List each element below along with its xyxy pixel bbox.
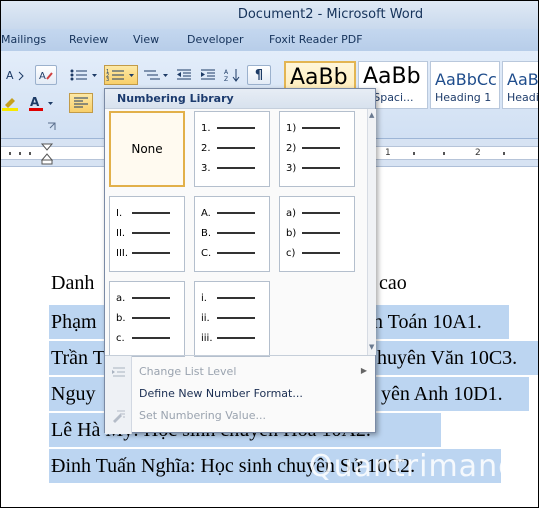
change-list-level-item[interactable]: Change List Level ▶	[105, 361, 375, 383]
marker: b)	[286, 227, 297, 239]
bullets-icon[interactable]	[67, 65, 101, 85]
scroll-up-icon[interactable]: ▲	[369, 111, 374, 119]
marker: i.	[201, 292, 207, 304]
change-list-level-icon	[112, 367, 125, 377]
marker: 1)	[286, 122, 297, 134]
doc-line-3-left: Nguy	[51, 383, 96, 405]
marker: iii.	[201, 332, 213, 344]
define-new-number-format-item[interactable]: Define New Number Format...	[105, 383, 375, 405]
tab-developer[interactable]: Developer	[187, 33, 244, 46]
set-numbering-value-item[interactable]: Set Numbering Value...	[105, 405, 375, 427]
style-heading-1-caption: Heading 1	[435, 91, 492, 104]
define-new-number-format-label: Define New Number Format...	[139, 387, 303, 400]
svg-text:Z: Z	[224, 76, 228, 83]
title-bar: Document2 - Microsoft Word	[1, 1, 538, 29]
style-normal-sample: AaBb	[290, 65, 348, 90]
numbering-none-label: None	[131, 142, 163, 156]
ruler-number-2: 2	[475, 148, 481, 158]
numbering-tile-alpha-lower-paren[interactable]: a) b) c)	[279, 196, 355, 272]
submenu-arrow-icon: ▶	[360, 366, 367, 375]
marker: a.	[116, 292, 126, 304]
tab-review[interactable]: Review	[69, 33, 108, 46]
numbering-tile-arabic-dot[interactable]: 1. 2. 3.	[194, 111, 270, 187]
sort-icon[interactable]: AZ	[221, 65, 243, 85]
numbering-tile-alpha-lower-dot[interactable]: a. b. c.	[109, 281, 185, 357]
marker: B.	[201, 227, 212, 239]
marker: 3.	[201, 162, 211, 174]
ruler-number-1: 1	[385, 148, 391, 158]
numbering-library-dropdown: Numbering Library None 1. 2. 3. 1) 2) 3)…	[104, 88, 376, 434]
numbering-gallery: None 1. 2. 3. 1) 2) 3) I. II. III. A. B.…	[105, 109, 367, 357]
doc-line-2-right: huyên Văn 10C3.	[377, 347, 518, 369]
svg-text:A: A	[224, 69, 229, 76]
highlight-color-icon[interactable]	[1, 93, 25, 113]
doc-heading-left: Danh	[51, 272, 95, 294]
scroll-down-icon[interactable]: ▼	[369, 343, 374, 351]
style-heading-1[interactable]: AaBbCc Heading 1	[430, 61, 500, 109]
svg-text:A: A	[39, 71, 46, 82]
doc-line-1-left: Phạm	[51, 311, 97, 333]
ribbon-tabs: Mailings Review View Developer Foxit Rea…	[1, 29, 538, 51]
style-heading-2[interactable]: AaBb Headi	[502, 61, 539, 109]
marker: I.	[116, 207, 123, 219]
numbering-library-header: Numbering Library	[105, 89, 375, 109]
window-title: Document2 - Microsoft Word	[237, 7, 424, 22]
indent-marker-icon[interactable]	[39, 143, 59, 165]
set-numbering-value-label: Set Numbering Value...	[139, 409, 266, 422]
decrease-indent-icon[interactable]	[173, 65, 195, 85]
marker: c)	[286, 247, 296, 259]
show-hide-paragraph-icon[interactable]: ¶	[247, 65, 271, 85]
style-heading-2-sample: AaBb	[507, 70, 539, 89]
doc-line-1-right: n Toán 10A1.	[373, 311, 482, 333]
marker: ii.	[201, 312, 210, 324]
change-list-level-label: Change List Level	[139, 365, 237, 378]
numbering-none-tile[interactable]: None	[109, 111, 185, 187]
style-heading-2-caption: Headi	[507, 91, 539, 104]
word-window: Document2 - Microsoft Word Mailings Revi…	[0, 0, 539, 508]
increase-indent-icon[interactable]	[197, 65, 219, 85]
marker: b.	[116, 312, 126, 324]
marker: a)	[286, 207, 297, 219]
svg-text:3: 3	[106, 77, 109, 82]
align-left-icon[interactable]	[69, 93, 93, 113]
numbering-tile-arabic-paren[interactable]: 1) 2) 3)	[279, 111, 355, 187]
style-no-spacing-sample: AaBb	[363, 64, 421, 89]
clear-formatting-icon[interactable]: A	[35, 65, 57, 85]
numbering-tile-roman-upper[interactable]: I. II. III.	[109, 196, 185, 272]
doc-heading-right: cao	[379, 272, 407, 294]
style-heading-1-sample: AaBbCc	[435, 70, 497, 89]
marker: 3)	[286, 162, 297, 174]
menu-separator	[105, 355, 375, 356]
shrink-font-icon[interactable]: A	[1, 65, 31, 85]
numbering-icon[interactable]: 123	[104, 65, 138, 85]
numbering-tile-roman-lower[interactable]: i. ii. iii.	[194, 281, 270, 357]
marker: A.	[201, 207, 211, 219]
watermark: Quantrimang	[309, 449, 519, 484]
multilevel-list-icon[interactable]	[141, 65, 171, 85]
doc-line-3-right: yên Anh 10D1.	[381, 383, 503, 405]
set-numbering-value-icon	[113, 410, 125, 423]
font-color-icon[interactable]: A	[27, 93, 59, 113]
tab-foxit-reader-pdf[interactable]: Foxit Reader PDF	[269, 33, 363, 46]
doc-line-2-left: Trần T	[51, 347, 105, 369]
dialog-launcher-icon[interactable]	[45, 121, 59, 133]
marker: 2)	[286, 142, 297, 154]
marker: 2.	[201, 142, 211, 154]
numbering-tile-alpha-upper[interactable]: A. B. C.	[194, 196, 270, 272]
gallery-scrollbar[interactable]: ▲ ▼	[367, 109, 376, 355]
marker: III.	[116, 247, 129, 259]
marker: II.	[116, 227, 126, 239]
marker: 1.	[201, 122, 211, 134]
svg-text:A: A	[30, 95, 40, 109]
tab-view[interactable]: View	[133, 33, 159, 46]
tab-mailings[interactable]: Mailings	[1, 33, 46, 46]
marker: c.	[116, 332, 125, 344]
svg-text:A: A	[6, 69, 14, 82]
marker: C.	[201, 247, 212, 259]
